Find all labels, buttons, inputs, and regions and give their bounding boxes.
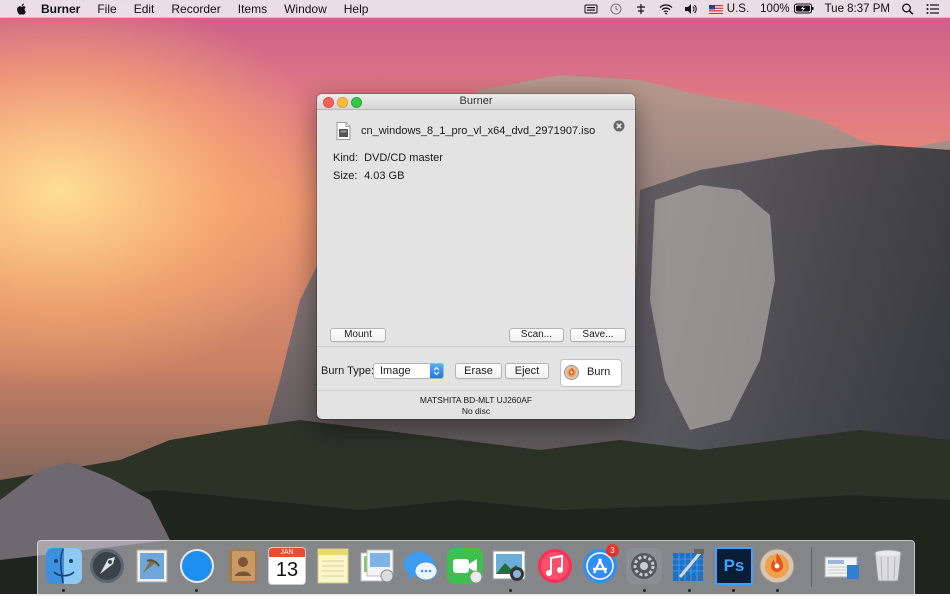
menu-recorder[interactable]: Recorder <box>171 2 220 16</box>
kind-label: Kind: <box>333 152 359 164</box>
preview-icon[interactable] <box>358 547 396 585</box>
itunes-icon[interactable] <box>536 547 574 585</box>
time-machine-icon[interactable] <box>609 3 623 15</box>
divider <box>317 346 635 347</box>
menu-app-name[interactable]: Burner <box>41 2 80 16</box>
remove-file-icon[interactable] <box>613 120 625 132</box>
kind-row: Kind: DVD/CD master <box>333 152 443 164</box>
calendar-day: 13 <box>275 559 299 581</box>
menu-file[interactable]: File <box>97 2 116 16</box>
battery-percent: 100% <box>760 2 790 15</box>
dock-separator <box>811 547 812 587</box>
running-indicator <box>688 589 691 592</box>
running-indicator <box>643 589 646 592</box>
input-source[interactable]: U.S. <box>708 2 750 15</box>
running-indicator <box>732 589 735 592</box>
menu-items[interactable]: Items <box>238 2 267 16</box>
menu-window[interactable]: Window <box>284 2 327 16</box>
menu-help[interactable]: Help <box>344 2 369 16</box>
iphoto-icon[interactable] <box>491 547 529 585</box>
select-arrows-icon <box>430 364 443 378</box>
menu-edit[interactable]: Edit <box>134 2 155 16</box>
dock: JAN 13 3 Ps <box>37 540 915 596</box>
wifi-icon[interactable] <box>659 3 673 15</box>
disc-status: No disc <box>461 406 491 416</box>
spotlight-search-icon[interactable] <box>901 3 915 15</box>
trash-icon[interactable] <box>869 547 907 585</box>
kind-value: DVD/CD master <box>364 152 443 164</box>
size-value: 4.03 GB <box>364 170 405 182</box>
running-indicator <box>195 589 198 592</box>
window-titlebar[interactable]: Burner <box>317 94 635 110</box>
file-name: cn_windows_8_1_pro_vl_x64_dvd_2971907.is… <box>361 125 596 137</box>
eject-button[interactable]: Eject <box>505 363 549 379</box>
burn-type-label: Burn Type: <box>321 365 374 377</box>
running-indicator <box>62 589 65 592</box>
launchpad-icon[interactable] <box>88 547 126 585</box>
us-flag-icon <box>708 4 723 14</box>
calendar-icon[interactable]: JAN 13 <box>268 547 306 585</box>
apple-logo-icon[interactable] <box>15 2 29 16</box>
facetime-icon[interactable] <box>446 547 484 585</box>
mail-icon[interactable] <box>133 547 171 585</box>
drive-name: MATSHITA BD-MLT UJ260AF <box>419 395 533 405</box>
size-row: Size: 4.03 GB <box>333 170 404 182</box>
menu-bar: Burner File Edit Recorder Items Window H… <box>0 0 950 18</box>
burn-button[interactable]: Burn <box>560 359 622 387</box>
messages-icon[interactable] <box>402 547 440 585</box>
calendar-month: JAN <box>269 548 305 557</box>
burn-type-select[interactable]: Image <box>373 363 444 379</box>
notification-center-icon[interactable] <box>926 3 940 15</box>
downloads-stack-icon[interactable] <box>823 547 861 585</box>
keyboard-status-icon[interactable] <box>584 3 598 15</box>
menu-clock[interactable]: Tue 8:37 PM <box>825 3 890 15</box>
running-indicator <box>776 589 779 592</box>
battery-charging-icon <box>793 3 814 14</box>
erase-button[interactable]: Erase <box>455 363 502 379</box>
burn-type-value: Image <box>380 365 411 377</box>
finder-icon[interactable] <box>45 547 83 585</box>
iso-file-icon <box>336 122 351 140</box>
burn-label: Burn <box>587 366 611 378</box>
volume-icon[interactable] <box>684 3 698 15</box>
system-preferences-icon[interactable] <box>625 547 663 585</box>
photoshop-icon[interactable]: Ps <box>715 547 753 585</box>
window-title: Burner <box>459 95 493 107</box>
window-close-button[interactable] <box>323 97 334 108</box>
running-indicator <box>509 589 512 592</box>
safari-icon[interactable] <box>178 547 216 585</box>
status-area: U.S. 100% Tue 8:37 PM <box>584 0 940 17</box>
contacts-icon[interactable] <box>224 547 262 585</box>
burn-disc-icon <box>564 365 579 380</box>
scan-button[interactable]: Scan... <box>509 328 564 342</box>
burner-app-icon[interactable] <box>758 547 796 585</box>
app-store-badge: 3 <box>606 544 619 557</box>
notes-icon[interactable] <box>314 547 352 585</box>
mount-button[interactable]: Mount <box>330 328 386 342</box>
battery-status[interactable]: 100% <box>760 2 814 15</box>
window-zoom-button[interactable] <box>351 97 362 108</box>
network-status-icon[interactable] <box>634 3 648 15</box>
burner-window: Burner cn_windows_8_1_pro_vl_x64_dvd_297… <box>317 94 635 419</box>
divider <box>317 390 635 391</box>
save-button[interactable]: Save... <box>570 328 626 342</box>
window-minimize-button[interactable] <box>337 97 348 108</box>
xcode-icon[interactable] <box>670 547 708 585</box>
input-source-label: U.S. <box>726 2 750 15</box>
size-label: Size: <box>333 170 358 182</box>
